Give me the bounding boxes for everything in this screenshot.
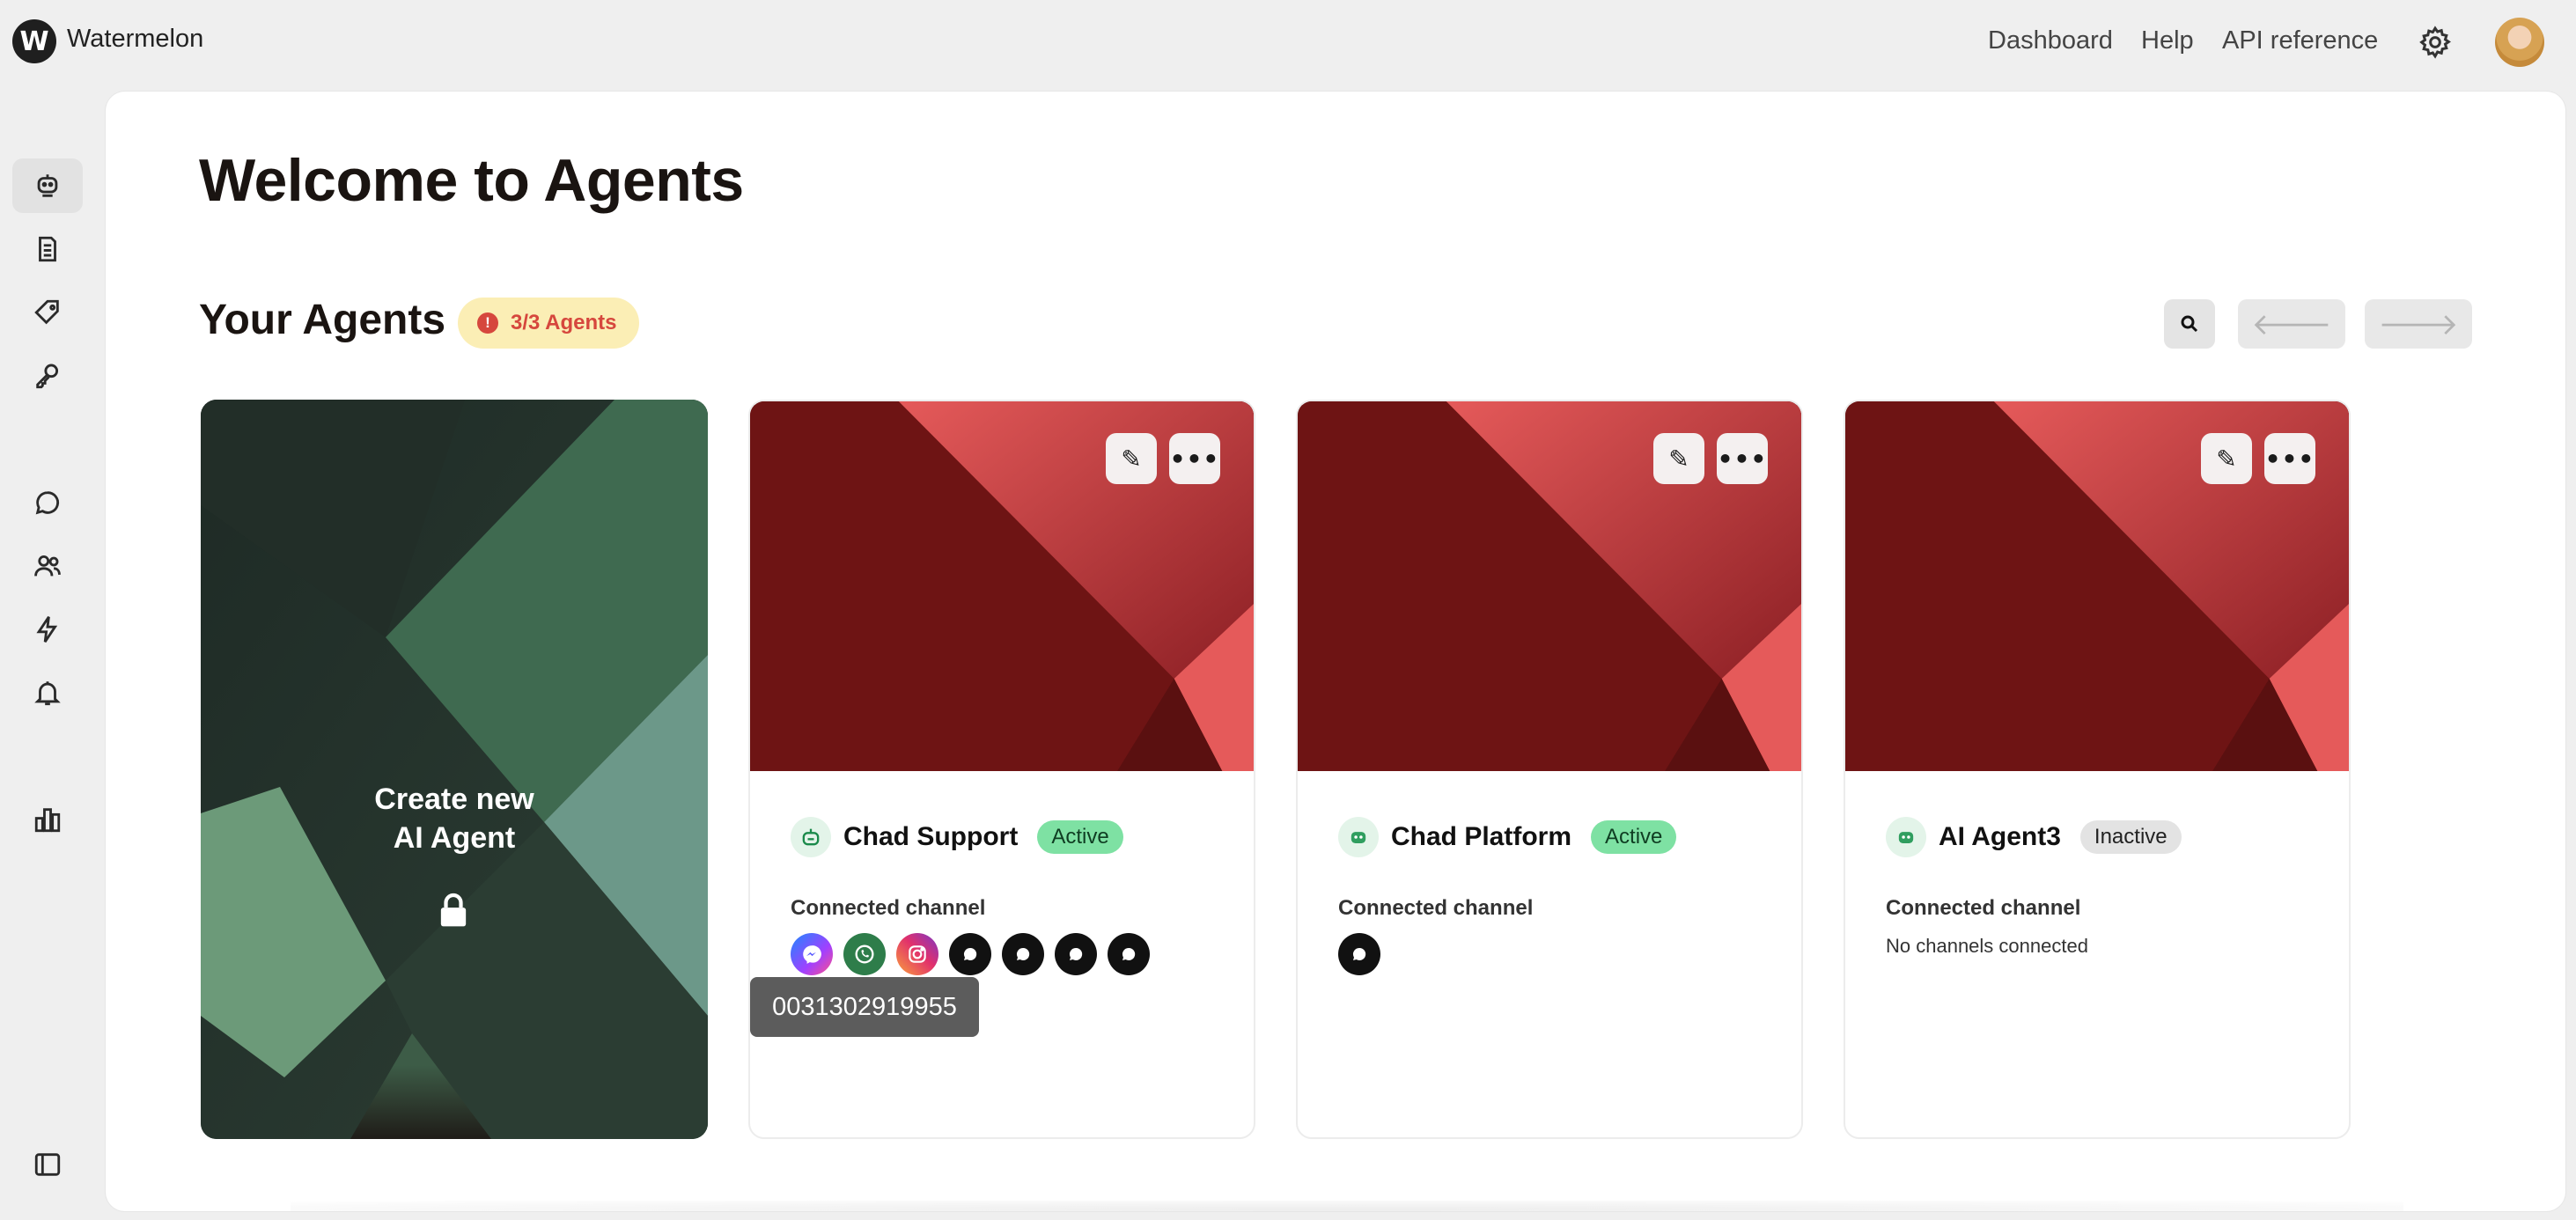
status-badge: Active	[1591, 820, 1677, 854]
agent-name: Chad Support	[843, 822, 1019, 851]
search-button[interactable]	[2164, 299, 2215, 349]
messenger-icon[interactable]	[791, 933, 833, 975]
edit-button[interactable]: ✎	[1653, 433, 1704, 484]
scroll-shadow	[291, 1201, 2403, 1211]
whatsapp-icon[interactable]	[843, 933, 886, 975]
channel-list	[1338, 933, 1380, 975]
agent-quota-badge: ! 3/3 Agents	[458, 298, 640, 349]
key-icon	[36, 364, 59, 389]
agent-header: AI Agent3 Inactive	[1886, 817, 2182, 857]
next-page-button[interactable]: 🡒	[2365, 299, 2472, 349]
chat-channel-icon[interactable]	[1338, 933, 1380, 975]
sidebar-toggle-button[interactable]	[12, 1137, 83, 1192]
main-panel: Welcome to Agents Your Agents ! 3/3 Agen…	[106, 92, 2565, 1211]
users-icon	[34, 555, 61, 577]
bar-chart-icon	[34, 808, 61, 833]
sidebar-item-automations[interactable]	[12, 602, 83, 657]
create-agent-line2: AI Agent	[393, 821, 516, 855]
previous-page-button[interactable]: 🡐	[2238, 299, 2345, 349]
connected-channel-label: Connected channel	[791, 896, 986, 920]
connected-channel-label: Connected channel	[1338, 896, 1534, 920]
agent-card-ai-agent3[interactable]: ✎ ••• AI Agent3 Inactive Connected chann…	[1844, 400, 2351, 1139]
edit-button[interactable]: ✎	[1106, 433, 1157, 484]
lightning-icon	[36, 616, 58, 643]
more-options-button[interactable]: •••	[1169, 433, 1220, 484]
more-options-button[interactable]: •••	[2264, 433, 2315, 484]
ellipsis-icon: •••	[2264, 444, 2315, 474]
sidebar-item-documents[interactable]	[12, 222, 83, 276]
lock-icon	[440, 893, 467, 927]
nav-help-link[interactable]: Help	[2141, 26, 2194, 55]
create-agent-line1: Create new	[374, 783, 534, 816]
agent-card-chad-platform[interactable]: ✎ ••• Chad Platform Active Connected cha…	[1296, 400, 1803, 1139]
tag-icon	[34, 299, 59, 325]
top-bar: W Watermelon Dashboard Help API referenc…	[0, 0, 2576, 85]
watermelon-logo[interactable]: W	[12, 19, 56, 63]
agent-header: Chad Support Active	[791, 817, 1123, 857]
bot-outline-icon	[791, 817, 831, 857]
page-title: Welcome to Agents	[199, 147, 744, 214]
sidebar-item-notifications[interactable]	[12, 665, 83, 720]
create-card-background	[201, 400, 708, 1139]
ellipsis-icon: •••	[1169, 444, 1220, 474]
status-badge: Inactive	[2079, 820, 2182, 854]
create-agent-card[interactable]: Create new AI Agent	[201, 400, 708, 1139]
nav-dashboard-link[interactable]: Dashboard	[1988, 26, 2113, 55]
sidebar-item-conversations[interactable]	[12, 475, 83, 530]
robot-icon	[37, 174, 58, 197]
bell-icon	[34, 681, 61, 706]
bot-filled-icon	[1886, 817, 1926, 857]
bot-filled-icon	[1338, 817, 1379, 857]
quota-label: 3/3 Agents	[511, 311, 617, 334]
alert-icon: !	[477, 312, 498, 334]
no-channels-text: No channels connected	[1886, 935, 2088, 957]
status-badge: Active	[1037, 820, 1123, 854]
sidebar-item-users[interactable]	[12, 539, 83, 593]
pencil-icon: ✎	[1121, 444, 1142, 474]
edit-button[interactable]: ✎	[2201, 433, 2252, 484]
document-icon	[39, 236, 56, 262]
instagram-icon[interactable]	[896, 933, 938, 975]
agent-name: Chad Platform	[1391, 822, 1572, 851]
sidebar-toggle-icon	[34, 1153, 61, 1176]
gear-icon[interactable]	[2418, 25, 2453, 60]
nav-api-reference-link[interactable]: API reference	[2222, 26, 2378, 55]
agent-header: Chad Platform Active	[1338, 817, 1677, 857]
sidebar-item-agents[interactable]	[12, 158, 83, 213]
channel-tooltip: 0031302919955	[750, 977, 979, 1037]
create-agent-label: Create new AI Agent	[201, 780, 708, 857]
sidebar-item-tags[interactable]	[12, 285, 83, 340]
connected-channel-label: Connected channel	[1886, 896, 2081, 920]
sidebar-item-keys[interactable]	[12, 349, 83, 403]
sidebar-item-analytics[interactable]	[12, 792, 83, 847]
arrow-right-icon: 🡒	[2378, 306, 2459, 342]
search-icon	[2181, 315, 2198, 333]
chat-bubble-icon	[35, 491, 60, 515]
pencil-icon: ✎	[2216, 444, 2237, 474]
brand-name: Watermelon	[67, 25, 204, 53]
user-avatar[interactable]	[2495, 18, 2544, 67]
ellipsis-icon: •••	[1717, 444, 1768, 474]
section-title: Your Agents	[199, 297, 446, 343]
chat-channel-icon[interactable]	[1055, 933, 1097, 975]
chat-channel-icon[interactable]	[1108, 933, 1150, 975]
agent-name: AI Agent3	[1939, 822, 2061, 851]
chat-channel-icon[interactable]	[949, 933, 991, 975]
channel-list	[791, 933, 1150, 975]
sidebar	[0, 85, 95, 1220]
arrow-left-icon: 🡐	[2251, 306, 2332, 342]
pencil-icon: ✎	[1668, 444, 1689, 474]
more-options-button[interactable]: •••	[1717, 433, 1768, 484]
chat-channel-icon[interactable]	[1002, 933, 1044, 975]
